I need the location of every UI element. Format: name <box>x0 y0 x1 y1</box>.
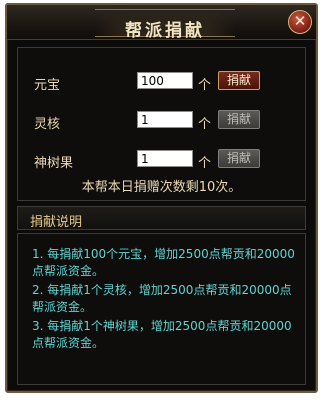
shenshuguo-label: 神树果 <box>34 156 74 171</box>
yuanbao-quantity-input[interactable] <box>137 72 193 89</box>
close-button[interactable]: ✕ <box>288 10 312 34</box>
yuanbao-label: 元宝 <box>34 78 61 93</box>
close-icon: ✕ <box>293 12 307 30</box>
donate-shenshuguo-button[interactable]: 捐献 <box>218 149 260 168</box>
description-panel: 1. 每捐献100个元宝，增加2500点帮贡和20000点帮派资金。 2. 每捐… <box>17 233 306 385</box>
description-header: 捐献说明 <box>17 206 306 230</box>
title-bar: 帮派捐献 ✕ <box>7 5 316 41</box>
linghe-quantity-input[interactable] <box>137 111 193 128</box>
linghe-unit: 个 <box>198 117 212 132</box>
description-item: 1. 每捐献100个元宝，增加2500点帮贡和20000点帮派资金。 <box>32 247 295 278</box>
shenshuguo-unit: 个 <box>198 156 212 171</box>
donate-yuanbao-button[interactable]: 捐献 <box>218 71 260 90</box>
donation-row-linghe: 灵核 个 捐献 <box>18 109 305 132</box>
shenshuguo-quantity-input[interactable] <box>137 150 193 167</box>
guild-donation-window: 帮派捐献 ✕ 元宝 个 捐献 灵核 个 捐献 神树果 个 捐献 本帮本日捐赠次数… <box>5 3 318 393</box>
donation-row-shenshuguo: 神树果 个 捐献 <box>18 148 305 171</box>
yuanbao-unit: 个 <box>198 78 212 93</box>
linghe-label: 灵核 <box>34 117 61 132</box>
remaining-donations-text: 本帮本日捐赠次数剩10次。 <box>81 180 242 195</box>
description-item: 3. 每捐献1个神树果，增加2500点帮贡和20000点帮派资金。 <box>32 319 292 350</box>
title-plate: 帮派捐献 <box>95 9 235 41</box>
window-title: 帮派捐献 <box>125 21 205 41</box>
donate-linghe-button[interactable]: 捐献 <box>218 110 260 129</box>
description-item: 2. 每捐献1个灵核，增加2500点帮贡和20000点帮派资金。 <box>32 283 292 314</box>
donation-row-yuanbao: 元宝 个 捐献 <box>18 70 305 93</box>
description-title: 捐献说明 <box>30 215 83 230</box>
donation-form: 元宝 个 捐献 灵核 个 捐献 神树果 个 捐献 本帮本日捐赠次数剩10次。 <box>17 47 306 201</box>
